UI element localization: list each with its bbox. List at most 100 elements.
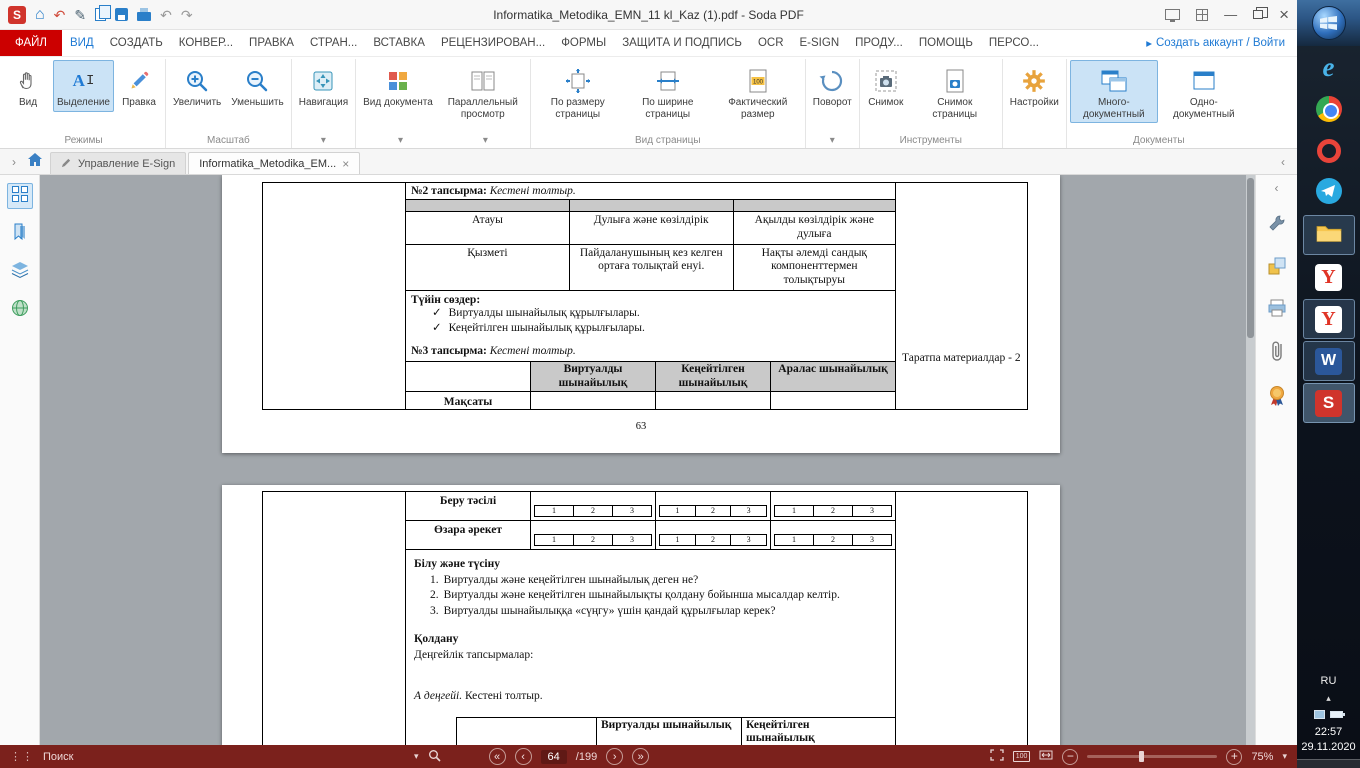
tab-close-icon[interactable]: ×: [342, 157, 349, 171]
thumbnails-panel-button[interactable]: [7, 183, 33, 209]
layers-panel-button[interactable]: [7, 259, 33, 285]
taskbar-app-yandex[interactable]: Y: [1303, 257, 1355, 297]
taskbar-app-opera[interactable]: [1303, 131, 1355, 171]
export-icon[interactable]: [1267, 256, 1287, 281]
taskbar-app-chrome[interactable]: [1303, 89, 1355, 129]
start-button[interactable]: [1297, 0, 1360, 46]
menu-pages[interactable]: СТРАН...: [302, 30, 365, 56]
page-snapshot-button[interactable]: Снимок страницы: [911, 60, 999, 123]
tray-expand-icon[interactable]: ▴: [1326, 693, 1331, 704]
settings-button[interactable]: Настройки: [1006, 60, 1063, 112]
close-button[interactable]: ×: [1279, 8, 1289, 22]
network-icon[interactable]: [1314, 710, 1325, 719]
tools-collapse-icon[interactable]: ‹: [1275, 181, 1279, 195]
copy-icon[interactable]: [95, 8, 106, 21]
menu-edit[interactable]: ПРАВКА: [241, 30, 302, 56]
edit-pen-icon[interactable]: ✎: [74, 7, 86, 23]
vertical-scrollbar[interactable]: [1246, 175, 1255, 745]
grip-icon[interactable]: ⋮⋮: [10, 750, 34, 763]
scrollbar-thumb[interactable]: [1247, 178, 1254, 338]
navigation-dropdown-icon[interactable]: ▾: [294, 133, 353, 148]
actual-size-icon[interactable]: 100: [1013, 751, 1031, 762]
layout-grid-icon[interactable]: [1196, 9, 1208, 21]
home-tab-icon[interactable]: [20, 153, 50, 171]
web-panel-button[interactable]: [7, 297, 33, 323]
tab-esign-management[interactable]: Управление E-Sign: [50, 152, 186, 174]
monitor-icon[interactable]: [1165, 9, 1180, 20]
paperclip-icon[interactable]: [1270, 340, 1284, 367]
snapshot-button[interactable]: Снимок: [863, 60, 909, 112]
single-document-button[interactable]: Одно-документный: [1160, 60, 1248, 123]
fit-screen-icon[interactable]: [990, 749, 1004, 764]
taskbar-app-sodapdf[interactable]: S: [1303, 383, 1355, 423]
actual-size-button[interactable]: 100 Фактический размер: [714, 60, 802, 123]
taskbar-app-word[interactable]: W: [1303, 341, 1355, 381]
page-number-input[interactable]: 64: [541, 750, 567, 764]
document-view-button[interactable]: Вид документа: [359, 60, 437, 112]
taskbar-app-yandex-browser[interactable]: Y: [1303, 299, 1355, 339]
menu-products[interactable]: ПРОДУ...: [847, 30, 911, 56]
chevron-down-icon[interactable]: ▾: [414, 751, 419, 762]
home-icon[interactable]: ⌂: [35, 7, 45, 23]
navigation-button[interactable]: Навигация: [295, 60, 352, 112]
bookmarks-panel-button[interactable]: [7, 221, 33, 247]
rotate-dropdown-icon[interactable]: ▾: [808, 133, 857, 148]
taskbar-app-explorer[interactable]: [1303, 215, 1355, 255]
language-indicator[interactable]: RU: [1321, 675, 1337, 687]
menu-esign[interactable]: E-SIGN: [792, 30, 848, 56]
menu-ocr[interactable]: OCR: [750, 30, 792, 56]
menu-convert[interactable]: КОНВЕР...: [171, 30, 241, 56]
show-desktop-button[interactable]: [1297, 759, 1360, 768]
printer-icon[interactable]: [1267, 299, 1287, 322]
minimize-button[interactable]: —: [1224, 8, 1237, 22]
award-icon[interactable]: [1268, 385, 1286, 412]
redo-gray-icon[interactable]: ↷: [181, 7, 193, 23]
fit-width-icon[interactable]: [1039, 749, 1053, 764]
tab-document[interactable]: Informatika_Metodika_EM... ×: [188, 152, 360, 174]
sidebar-expand-icon[interactable]: ›: [8, 155, 20, 169]
prev-page-button[interactable]: ‹: [515, 748, 532, 765]
doc-view-dropdown-icons[interactable]: ▾▾: [358, 133, 528, 148]
last-page-button[interactable]: »: [632, 748, 649, 765]
taskbar-app-ie[interactable]: e: [1303, 47, 1355, 87]
search-icon[interactable]: [428, 749, 441, 765]
pdf-viewport[interactable]: №2 тапсырма: Кестені толтыр. Атауы Дулығ…: [40, 175, 1255, 745]
undo-icon[interactable]: ↶: [54, 7, 66, 23]
panel-collapse-icon[interactable]: ‹: [1277, 155, 1289, 169]
taskbar-app-telegram[interactable]: [1303, 173, 1355, 213]
menu-forms[interactable]: ФОРМЫ: [553, 30, 614, 56]
wrench-icon[interactable]: [1267, 213, 1287, 238]
menu-personalize[interactable]: ПЕРСО...: [981, 30, 1047, 56]
zoom-slider[interactable]: [1087, 755, 1217, 758]
battery-icon[interactable]: [1330, 711, 1343, 718]
print-icon[interactable]: [137, 12, 151, 21]
first-page-button[interactable]: «: [489, 748, 506, 765]
view-mode-button[interactable]: Вид: [5, 60, 51, 112]
undo-gray-icon[interactable]: ↶: [160, 7, 172, 23]
taskbar-clock[interactable]: 22:57 29.11.2020: [1301, 725, 1355, 755]
menu-insert[interactable]: ВСТАВКА: [365, 30, 433, 56]
zoom-in-button[interactable]: +: [1226, 749, 1242, 765]
fit-page-button[interactable]: По размеру страницы: [534, 60, 622, 123]
zoom-in-button[interactable]: Увеличить: [169, 60, 225, 112]
create-account-link[interactable]: ▸ Создать аккаунт / Войти: [1146, 30, 1297, 56]
zoom-slider-thumb[interactable]: [1139, 751, 1144, 762]
menu-file[interactable]: ФАЙЛ: [0, 30, 62, 56]
next-page-button[interactable]: ›: [606, 748, 623, 765]
menu-create[interactable]: СОЗДАТЬ: [102, 30, 171, 56]
zoom-out-button[interactable]: −: [1062, 749, 1078, 765]
zoom-out-button[interactable]: Уменьшить: [227, 60, 287, 112]
select-mode-button[interactable]: AI Выделение: [53, 60, 114, 112]
parallel-view-button[interactable]: Параллельный просмотр: [439, 60, 527, 123]
restore-button[interactable]: [1253, 10, 1263, 19]
multi-document-button[interactable]: Много-документный: [1070, 60, 1158, 123]
menu-review[interactable]: РЕЦЕНЗИРОВАН...: [433, 30, 553, 56]
edit-mode-button[interactable]: Правка: [116, 60, 162, 112]
save-icon[interactable]: [115, 8, 128, 21]
zoom-menu-icon[interactable]: ▾: [1282, 751, 1287, 762]
search-label[interactable]: Поиск: [43, 751, 73, 763]
menu-help[interactable]: ПОМОЩЬ: [911, 30, 981, 56]
menu-vid[interactable]: ВИД: [62, 30, 102, 56]
zoom-level-label[interactable]: 75%: [1251, 751, 1273, 763]
rotate-button[interactable]: Поворот: [809, 60, 856, 112]
